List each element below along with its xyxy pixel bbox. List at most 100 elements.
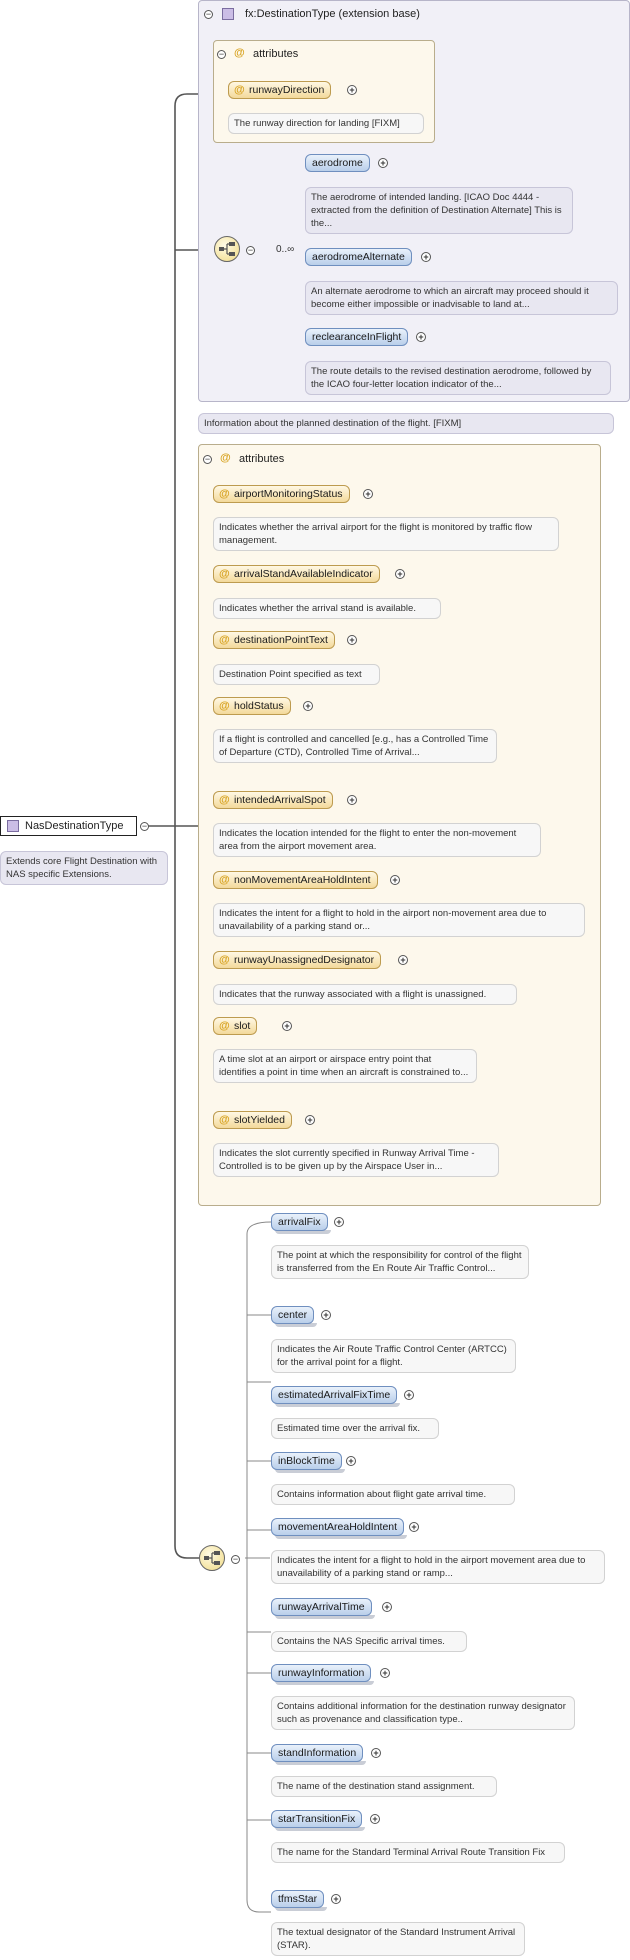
sequence-compositor-icon[interactable] [214,236,240,262]
element-doc: An alternate aerodrome to which an aircr… [305,281,618,315]
element-doc: Contains additional information for the … [271,1696,575,1730]
attribute-airport-monitoring-status[interactable]: @ airportMonitoringStatus [213,485,350,503]
cardinality-label: 0..∞ [276,244,295,255]
expand-icon[interactable]: + [370,1814,380,1824]
expand-icon[interactable]: + [331,1894,341,1904]
sequence-icon [204,1551,220,1565]
attribute-doc: The runway direction for landing [FIXM] [228,113,424,134]
expand-icon[interactable]: + [382,1602,392,1612]
expand-icon[interactable]: + [421,252,431,262]
sequence-compositor-icon[interactable] [199,1545,225,1571]
element-doc: Contains the NAS Specific arrival times. [271,1631,467,1652]
expand-icon[interactable]: + [346,1456,356,1466]
attribute-doc: Indicates the location intended for the … [213,823,541,857]
expand-icon[interactable]: + [321,1310,331,1320]
expand-icon[interactable]: + [305,1115,315,1125]
element-doc: Estimated time over the arrival fix. [271,1418,439,1439]
complex-type-icon [7,820,19,832]
attributes-label: attributes [239,453,285,465]
attribute-icon: @ [219,700,230,712]
attribute-doc: Indicates whether the arrival stand is a… [213,598,441,619]
attribute-doc: If a flight is controlled and cancelled … [213,729,497,763]
collapse-attributes-icon[interactable]: − [203,455,212,464]
element-in-block-time[interactable]: inBlockTime [271,1452,345,1473]
attribute-group-icon: @ [220,452,231,464]
attribute-doc: Indicates that the runway associated wit… [213,984,517,1005]
ext-attributes-label: attributes [253,48,299,60]
attribute-icon: @ [219,634,230,646]
element-doc: The route details to the revised destina… [305,361,611,395]
attribute-runway-direction[interactable]: @ runwayDirection [228,81,332,99]
attribute-icon: @ [219,568,230,580]
element-tfms-star[interactable]: tfmsStar [271,1890,328,1911]
element-reclearance-in-flight[interactable]: reclearanceInFlight [305,328,412,349]
element-arrival-fix[interactable]: arrivalFix [271,1213,331,1234]
attribute-doc: A time slot at an airport or airspace en… [213,1049,477,1083]
element-estimated-arrival-fix-time[interactable]: estimatedArrivalFixTime [271,1386,401,1407]
expand-icon[interactable]: + [380,1668,390,1678]
element-runway-information[interactable]: runwayInformation [271,1664,375,1685]
root-type-doc: Extends core Flight Destination with NAS… [0,851,168,885]
attribute-arrival-stand-available-indicator[interactable]: @ arrivalStandAvailableIndicator [213,565,380,583]
extension-base-title: fx:DestinationType (extension base) [245,8,420,20]
expand-icon[interactable]: + [416,332,426,342]
attribute-doc: Indicates the slot currently specified i… [213,1143,499,1177]
attribute-icon: @ [219,794,230,806]
attribute-slot-yielded[interactable]: @ slotYielded [213,1111,292,1129]
element-movement-area-hold-intent[interactable]: movementAreaHoldIntent [271,1518,408,1539]
attribute-icon: @ [234,84,245,96]
collapse-sequence-icon[interactable]: − [246,246,255,255]
attribute-non-movement-area-hold-intent[interactable]: @ nonMovementAreaHoldIntent [213,871,378,889]
expand-icon[interactable]: + [378,158,388,168]
attribute-destination-point-text[interactable]: @ destinationPointText [213,631,335,649]
expand-icon[interactable]: + [395,569,405,579]
element-doc: The aerodrome of intended landing. [ICAO… [305,187,573,234]
element-doc: Contains information about flight gate a… [271,1484,515,1505]
element-aerodrome-alternate[interactable]: aerodromeAlternate [305,248,415,269]
expand-icon[interactable]: + [347,85,357,95]
expand-icon[interactable]: + [347,795,357,805]
attribute-group-icon: @ [234,47,245,59]
collapse-extension-icon[interactable]: − [204,10,213,19]
attribute-icon: @ [219,954,230,966]
extension-doc: Information about the planned destinatio… [198,413,614,434]
expand-icon[interactable]: + [347,635,357,645]
attribute-doc: Indicates the intent for a flight to hol… [213,903,585,937]
element-doc: Indicates the Air Route Traffic Control … [271,1339,516,1373]
attribute-icon: @ [219,1020,230,1032]
expand-icon[interactable]: + [398,955,408,965]
expand-icon[interactable]: + [303,701,313,711]
expand-icon[interactable]: + [404,1390,414,1400]
element-doc: The point at which the responsibility fo… [271,1245,529,1279]
attribute-icon: @ [219,488,230,500]
attribute-doc: Destination Point specified as text [213,664,380,685]
attribute-runway-unassigned-designator[interactable]: @ runwayUnassignedDesignator [213,951,382,969]
element-doc: The textual designator of the Standard I… [271,1922,525,1956]
element-doc: Indicates the intent for a flight to hol… [271,1550,605,1584]
element-runway-arrival-time[interactable]: runwayArrivalTime [271,1598,375,1619]
attribute-icon: @ [219,874,230,886]
expand-icon[interactable]: + [390,875,400,885]
root-type-node[interactable]: NasDestinationType [0,816,137,836]
attribute-intended-arrival-spot[interactable]: @ intendedArrivalSpot [213,791,333,809]
complex-type-icon [222,8,234,20]
collapse-sequence-icon[interactable]: − [231,1555,240,1564]
expand-icon[interactable]: + [334,1217,344,1227]
attribute-slot[interactable]: @ slot [213,1017,258,1035]
root-type-name: NasDestinationType [25,820,124,832]
attribute-doc: Indicates whether the arrival airport fo… [213,517,559,551]
collapse-ext-attributes-icon[interactable]: − [217,50,226,59]
attribute-hold-status[interactable]: @ holdStatus [213,697,291,715]
element-center[interactable]: center [271,1306,318,1327]
expand-icon[interactable]: + [363,489,373,499]
collapse-root-icon[interactable]: − [140,822,149,831]
expand-icon[interactable]: + [409,1522,419,1532]
element-doc: The name for the Standard Terminal Arriv… [271,1842,565,1863]
element-doc: The name of the destination stand assign… [271,1776,497,1797]
element-stand-information[interactable]: standInformation [271,1744,367,1765]
sequence-icon [219,242,235,256]
expand-icon[interactable]: + [371,1748,381,1758]
element-star-transition-fix[interactable]: starTransitionFix [271,1810,366,1831]
expand-icon[interactable]: + [282,1021,292,1031]
element-aerodrome[interactable]: aerodrome [305,154,373,175]
